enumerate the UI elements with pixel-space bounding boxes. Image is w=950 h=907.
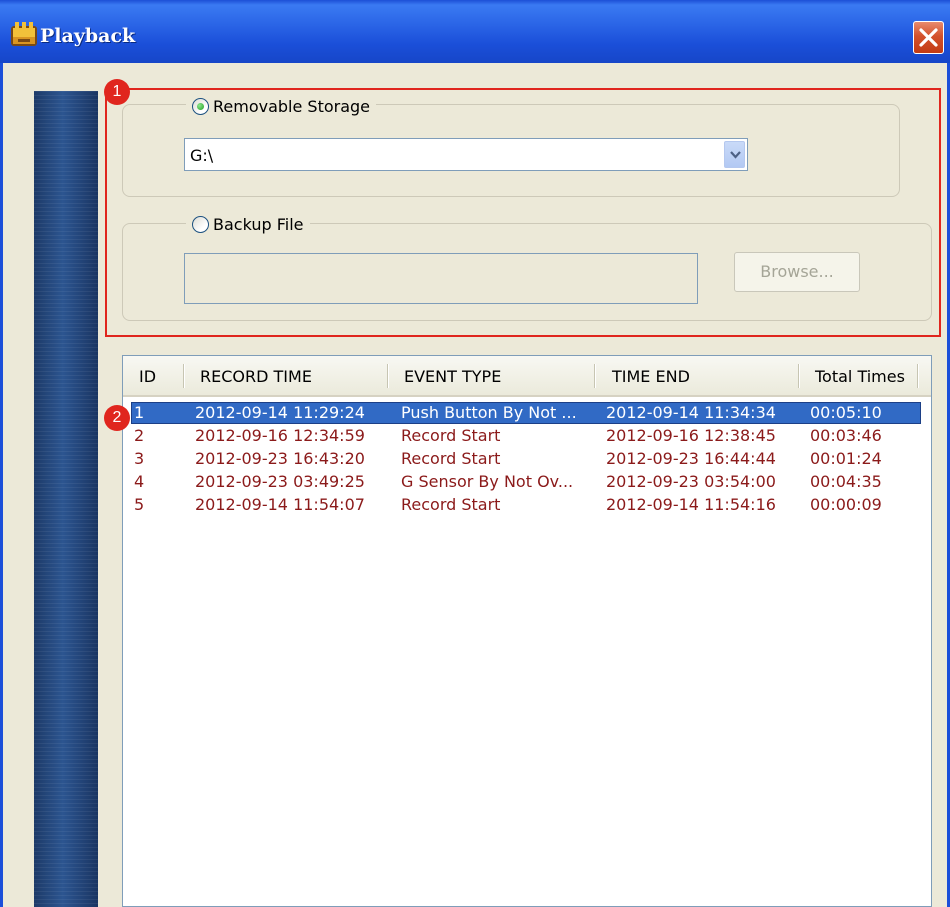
- cell-record-time: 2012-09-14 11:54:07: [195, 495, 365, 514]
- table-row[interactable]: 4 2012-09-23 03:49:25 G Sensor By Not Ov…: [131, 471, 921, 493]
- table-row[interactable]: 3 2012-09-23 16:43:20 Record Start 2012-…: [131, 448, 921, 470]
- records-list-header: ID RECORD TIME EVENT TYPE TIME END Total…: [123, 356, 931, 397]
- column-divider[interactable]: [917, 364, 918, 388]
- close-button[interactable]: [913, 21, 944, 54]
- column-divider[interactable]: [183, 364, 184, 388]
- table-row[interactable]: 1 2012-09-14 11:29:24 Push Button By Not…: [131, 402, 921, 424]
- cell-id: 2: [134, 426, 145, 445]
- column-divider[interactable]: [594, 364, 595, 388]
- column-header-id[interactable]: ID: [139, 367, 156, 386]
- cell-total-times: 00:03:46: [810, 426, 882, 445]
- cell-event-type: G Sensor By Not Ov...: [401, 472, 574, 491]
- window-title: Playback: [40, 25, 136, 47]
- column-header-record-time[interactable]: RECORD TIME: [200, 367, 312, 386]
- cell-id: 1: [134, 403, 145, 422]
- cell-record-time: 2012-09-23 16:43:20: [195, 449, 365, 468]
- column-header-event-type[interactable]: EVENT TYPE: [404, 367, 501, 386]
- cell-id: 5: [134, 495, 145, 514]
- cell-record-time: 2012-09-16 12:34:59: [195, 426, 365, 445]
- cell-time-end: 2012-09-14 11:34:34: [606, 403, 776, 422]
- column-header-time-end[interactable]: TIME END: [612, 367, 690, 386]
- annotation-highlight-storage: [105, 88, 941, 337]
- column-header-total-times[interactable]: Total Times: [815, 367, 905, 386]
- cell-time-end: 2012-09-23 03:54:00: [606, 472, 776, 491]
- cell-id: 4: [134, 472, 145, 491]
- cell-total-times: 00:05:10: [810, 403, 882, 422]
- cell-id: 3: [134, 449, 145, 468]
- column-divider[interactable]: [387, 364, 388, 388]
- cell-total-times: 00:04:35: [810, 472, 882, 491]
- table-row[interactable]: 2 2012-09-16 12:34:59 Record Start 2012-…: [131, 425, 921, 447]
- cell-time-end: 2012-09-23 16:44:44: [606, 449, 776, 468]
- close-icon: [919, 28, 938, 47]
- cell-total-times: 00:01:24: [810, 449, 882, 468]
- title-bar: Playback: [0, 0, 950, 63]
- cell-total-times: 00:00:09: [810, 495, 882, 514]
- annotation-marker-1: 1: [104, 79, 130, 105]
- cell-time-end: 2012-09-16 12:38:45: [606, 426, 776, 445]
- records-list[interactable]: ID RECORD TIME EVENT TYPE TIME END Total…: [122, 355, 932, 907]
- cell-event-type: Push Button By Not ...: [401, 403, 577, 422]
- cell-event-type: Record Start: [401, 449, 501, 468]
- cell-record-time: 2012-09-23 03:49:25: [195, 472, 365, 491]
- cell-event-type: Record Start: [401, 426, 501, 445]
- cell-event-type: Record Start: [401, 495, 501, 514]
- cell-record-time: 2012-09-14 11:29:24: [195, 403, 365, 422]
- column-divider[interactable]: [798, 364, 799, 388]
- table-row[interactable]: 5 2012-09-14 11:54:07 Record Start 2012-…: [131, 494, 921, 516]
- cell-time-end: 2012-09-14 11:54:16: [606, 495, 776, 514]
- annotation-marker-2: 2: [104, 405, 130, 431]
- app-icon: [10, 22, 38, 48]
- side-banner: [34, 91, 98, 907]
